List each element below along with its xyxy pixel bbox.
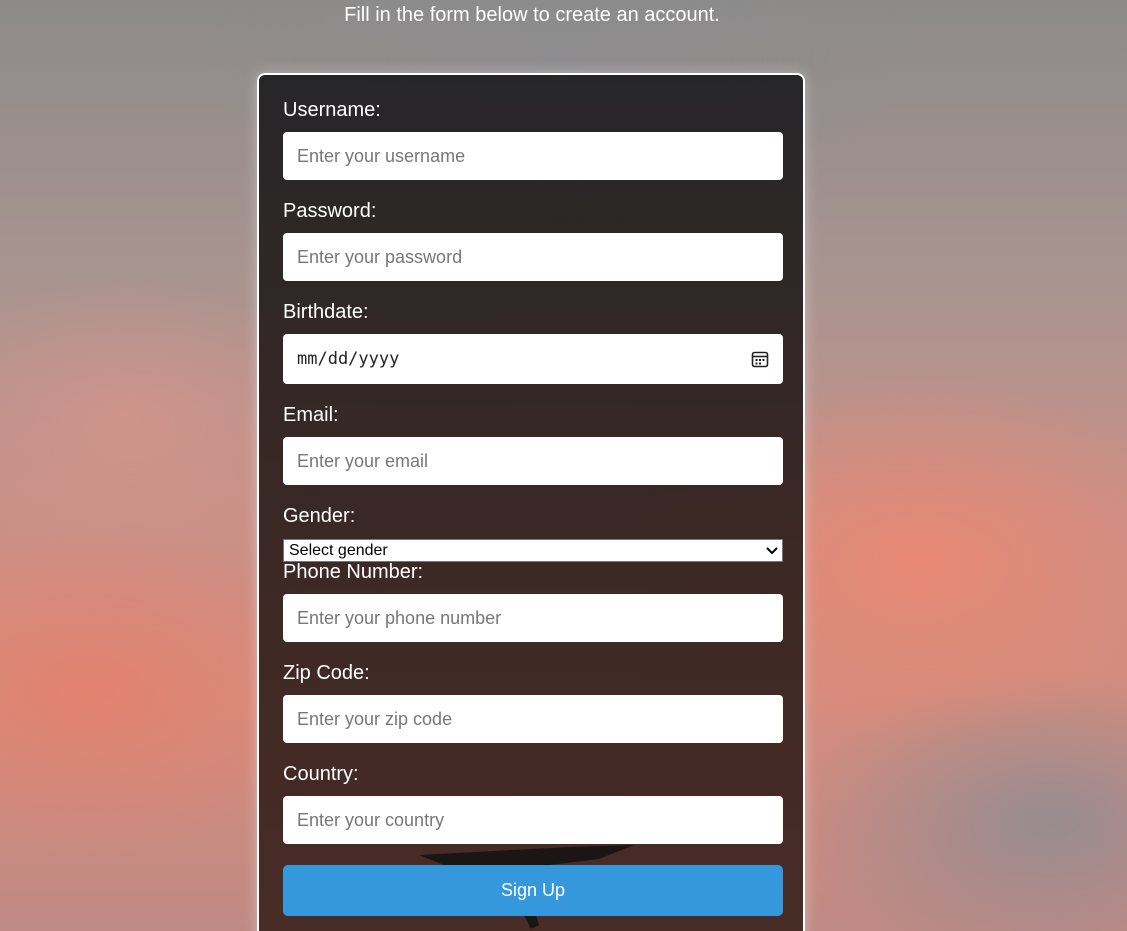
sign-up-button[interactable]: Sign Up	[283, 865, 783, 916]
gender-label: Gender:	[283, 505, 356, 527]
birthdate-label: Birthdate:	[283, 301, 369, 323]
gender-selected-value: Select gender	[289, 541, 388, 559]
calendar-icon[interactable]	[751, 350, 769, 368]
phone-input[interactable]	[283, 594, 783, 642]
birthdate-placeholder: mm/dd/yyyy	[297, 349, 400, 369]
page-subtitle: Fill in the form below to create an acco…	[344, 4, 720, 26]
zip-input[interactable]	[283, 695, 783, 743]
signup-form-card: Username: Password: Birthdate: mm/dd/yyy…	[257, 73, 805, 931]
password-input[interactable]	[283, 233, 783, 281]
gender-select[interactable]: Select gender	[283, 539, 783, 562]
password-label: Password:	[283, 200, 377, 222]
country-label: Country:	[283, 763, 359, 785]
zip-label: Zip Code:	[283, 662, 370, 684]
chevron-down-icon	[766, 546, 778, 554]
country-input[interactable]	[283, 796, 783, 844]
username-input[interactable]	[283, 132, 783, 180]
email-label: Email:	[283, 404, 339, 426]
phone-label: Phone Number:	[283, 561, 424, 583]
email-input[interactable]	[283, 437, 783, 485]
username-label: Username:	[283, 99, 381, 121]
birthdate-input[interactable]: mm/dd/yyyy	[283, 334, 783, 384]
